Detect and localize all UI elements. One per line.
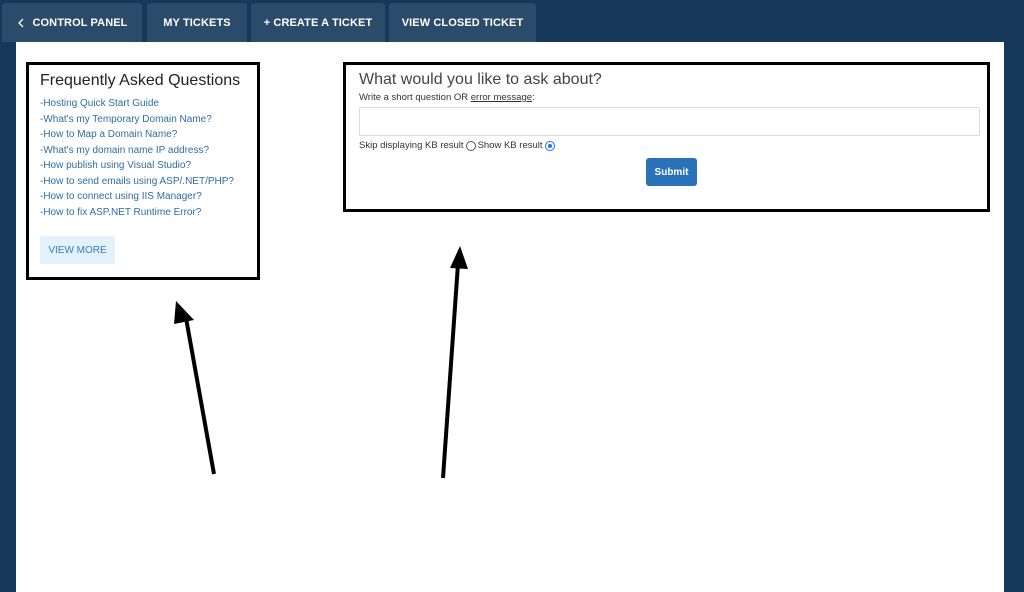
- faq-list: -Hosting Quick Start Guide -What's my Te…: [40, 96, 246, 220]
- faq-link-send-emails[interactable]: -How to send emails using ASP/.NET/PHP?: [40, 174, 246, 190]
- faq-title: Frequently Asked Questions: [40, 72, 241, 89]
- error-message-link[interactable]: error message: [471, 92, 532, 103]
- tab-create-ticket-label: + CREATE A TICKET: [263, 16, 373, 29]
- faq-link-iis-manager[interactable]: -How to connect using IIS Manager?: [40, 189, 246, 205]
- top-navigation: CONTROL PANEL MY TICKETS + CREATE A TICK…: [0, 0, 1024, 42]
- chevron-left-icon: [16, 18, 26, 28]
- submit-button[interactable]: Submit: [646, 158, 697, 186]
- tab-control-panel[interactable]: CONTROL PANEL: [2, 3, 142, 42]
- kb-result-options: Skip displaying KB result Show KB result: [359, 140, 974, 151]
- radio-skip-label: Skip displaying KB result: [359, 140, 464, 151]
- ask-title: What would you like to ask about?: [359, 71, 602, 88]
- ask-subtitle: Write a short question OR error message:: [359, 92, 974, 103]
- tab-control-panel-label: CONTROL PANEL: [32, 16, 128, 29]
- radio-show-kb[interactable]: [544, 140, 555, 151]
- tab-my-tickets[interactable]: MY TICKETS: [147, 3, 247, 42]
- view-more-button[interactable]: VIEW MORE: [40, 236, 115, 264]
- faq-link-visual-studio[interactable]: -How publish using Visual Studio?: [40, 158, 246, 174]
- faq-link-runtime-error[interactable]: -How to fix ASP.NET Runtime Error?: [40, 205, 246, 221]
- tab-create-ticket[interactable]: + CREATE A TICKET: [251, 3, 385, 42]
- faq-link-quick-start[interactable]: -Hosting Quick Start Guide: [40, 96, 246, 112]
- faq-box: Frequently Asked Questions -Hosting Quic…: [26, 62, 260, 280]
- ask-box: What would you like to ask about? Write …: [343, 62, 990, 212]
- faq-link-ip-address[interactable]: -What's my domain name IP address?: [40, 143, 246, 159]
- ask-subtitle-suffix: :: [532, 92, 535, 103]
- tab-view-closed-ticket-label: VIEW CLOSED TICKET: [401, 16, 524, 29]
- radio-show-label: Show KB result: [477, 140, 543, 151]
- faq-link-map-domain[interactable]: -How to Map a Domain Name?: [40, 127, 246, 143]
- tab-my-tickets-label: MY TICKETS: [163, 16, 231, 29]
- question-input[interactable]: [359, 107, 980, 136]
- radio-skip-kb[interactable]: [465, 140, 476, 151]
- ask-subtitle-prefix: Write a short question OR: [359, 92, 471, 103]
- tab-view-closed-ticket[interactable]: VIEW CLOSED TICKET: [389, 3, 536, 42]
- faq-link-temporary-domain[interactable]: -What's my Temporary Domain Name?: [40, 112, 246, 128]
